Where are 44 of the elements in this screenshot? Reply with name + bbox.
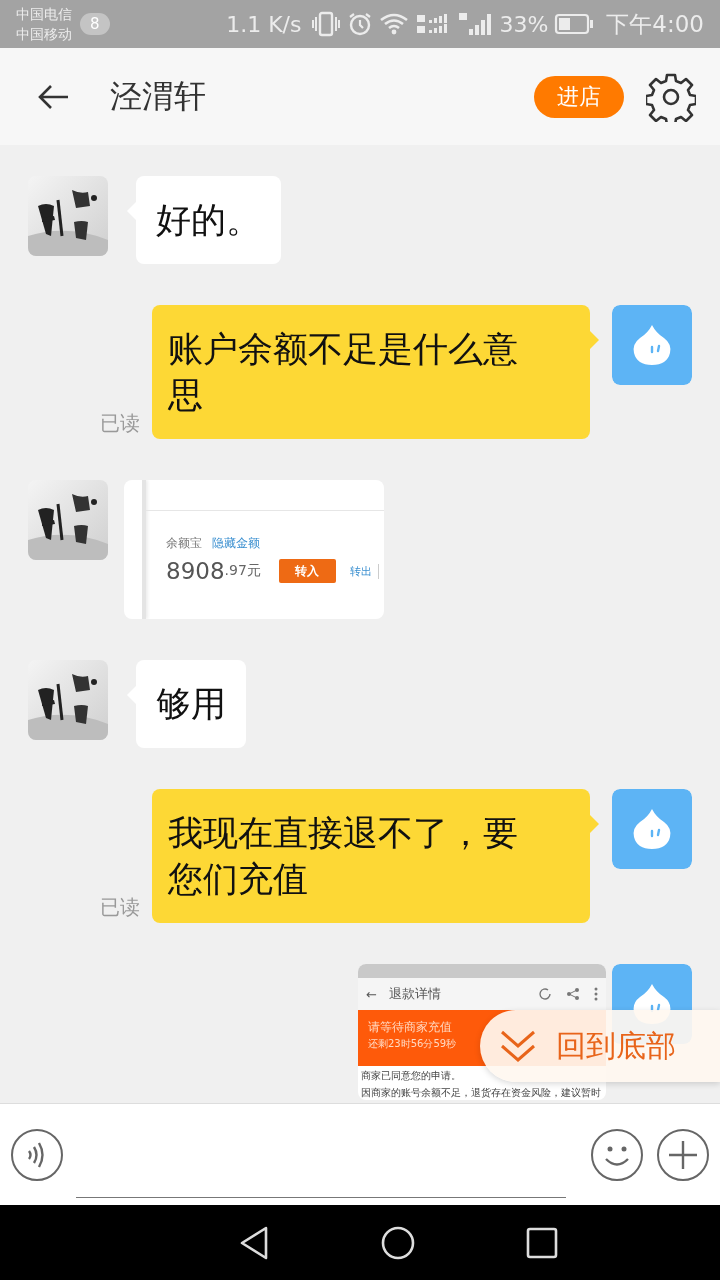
add-icon[interactable] (656, 1127, 710, 1182)
signal-icon (457, 11, 494, 37)
voice-icon[interactable] (10, 1127, 64, 1182)
emoji-icon[interactable] (590, 1127, 644, 1182)
refund-notice-text: 因商家的账号余额不足，退货存在资金风险，建议暂时 (360, 1086, 602, 1100)
read-receipt: 已读 (100, 410, 140, 437)
carrier-name: 中国电信 (16, 5, 72, 24)
transfer-in-button: 转入 (278, 559, 336, 583)
transfer-out-link: 转出 (349, 563, 379, 579)
recent-apps-icon[interactable] (525, 1226, 558, 1259)
network-speed: 1.1 K/s (226, 11, 302, 37)
vibrate-icon (311, 11, 342, 37)
balance-amount: 8908 (166, 558, 225, 584)
battery-percent: 33% (499, 11, 549, 37)
banner-title: 请等待商家充值 (368, 1019, 452, 1036)
user-avatar-icon (612, 789, 692, 869)
settings-icon[interactable] (646, 71, 696, 122)
clock: 下午4:00 (606, 9, 704, 39)
chat-title: 泾渭轩 (110, 75, 207, 117)
back-arrow: ← (366, 986, 377, 1002)
message-bubble: 我现在直接退不了，要您们充值 (152, 789, 590, 923)
refund-notice-text: 商家已同意您的申请。 (360, 1069, 462, 1083)
notification-badge: 8 (80, 13, 110, 35)
home-icon[interactable] (379, 1224, 416, 1261)
message-bubble: 账户余额不足是什么意思 (152, 305, 590, 439)
message-bubble: 够用 (136, 660, 246, 748)
read-receipt: 已读 (100, 894, 140, 921)
countdown-text: 还剩23时56分59秒 (368, 1037, 457, 1051)
user-avatar-icon (612, 305, 692, 385)
hide-amount-link: 隐藏金额 (212, 535, 260, 552)
wifi-icon (379, 12, 410, 36)
more-icon (594, 987, 598, 1001)
message-bubble: 好的。 (136, 176, 281, 264)
balance-label: 余额宝 (166, 535, 202, 552)
back-icon[interactable] (36, 82, 70, 111)
share-icon (566, 987, 580, 1001)
page-title: 退款详情 (388, 985, 442, 1003)
battery-icon (554, 13, 595, 35)
balance-decimals: .97元 (224, 562, 261, 580)
double-chevron-icon (498, 1028, 538, 1064)
bubble-tail (590, 331, 599, 349)
carrier-name: 中国移动 (16, 25, 72, 44)
bubble-tail (590, 815, 599, 833)
refresh-icon (538, 987, 552, 1001)
